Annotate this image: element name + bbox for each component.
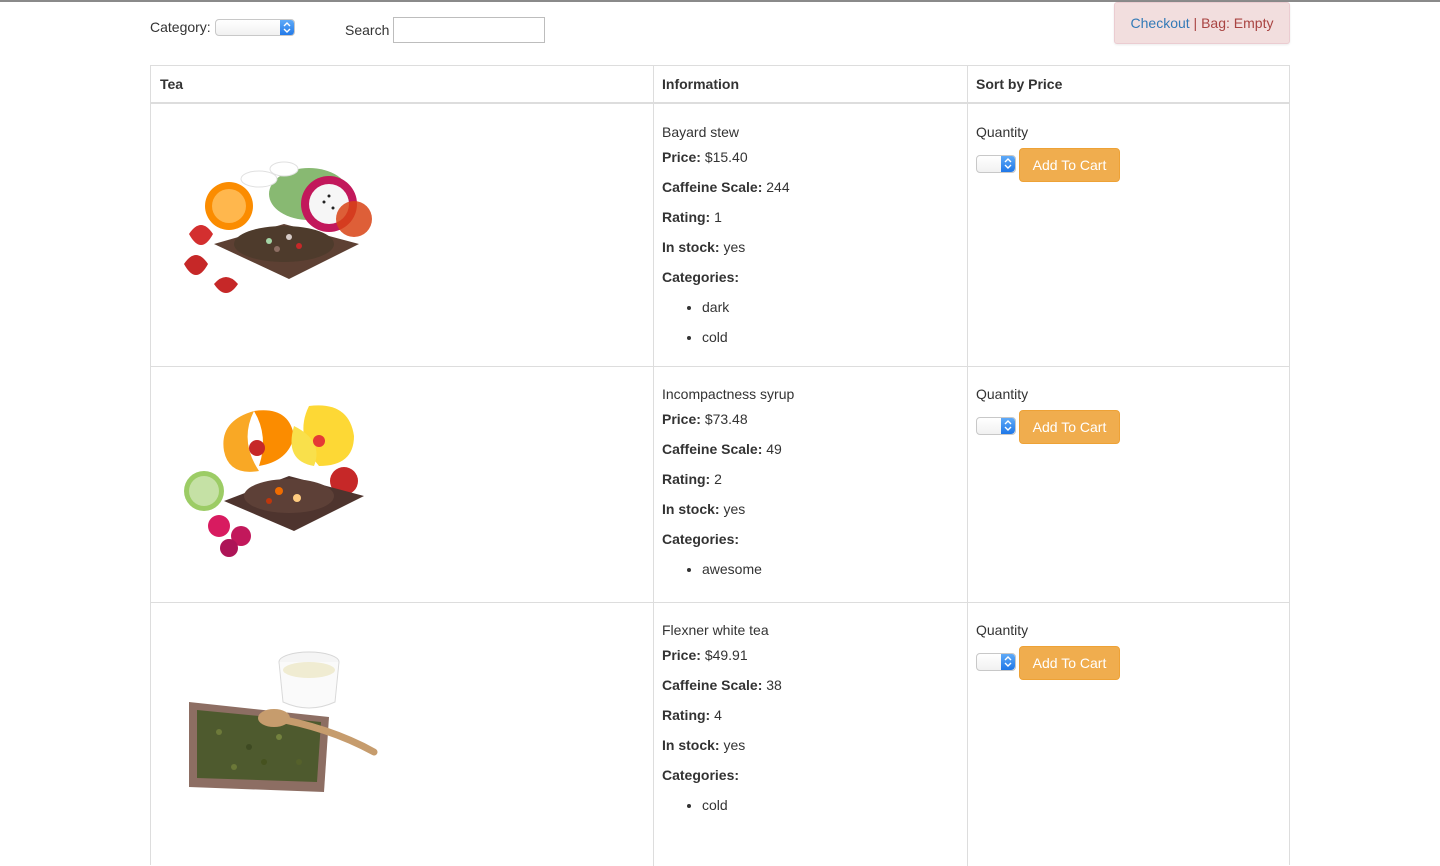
- price-field: Price: $15.40: [662, 149, 748, 165]
- rating-value: 4: [714, 707, 722, 723]
- quantity-select[interactable]: [976, 155, 1016, 173]
- stock-field: In stock: yes: [662, 737, 746, 753]
- category-item: cold: [702, 322, 962, 352]
- rating-field: Rating: 4: [662, 707, 722, 723]
- rating-field: Rating: 1: [662, 209, 722, 225]
- category-item: awesome: [702, 554, 962, 584]
- stock-value: yes: [723, 737, 746, 753]
- caffeine-field: Caffeine Scale: 38: [662, 677, 782, 693]
- add-to-cart-button[interactable]: Add To Cart: [1019, 646, 1120, 680]
- select-arrows-icon: [1001, 418, 1015, 434]
- categories-list: cold: [662, 790, 962, 820]
- quantity-label: Quantity: [976, 386, 1029, 402]
- fruit-tea-icon: [184, 161, 372, 293]
- tea-information: Incompactness syrup Price: $73.48 Caffei…: [662, 384, 962, 584]
- select-arrows-icon: [1001, 156, 1015, 172]
- add-to-cart-cell: Quantity Add To Cart: [976, 384, 1120, 444]
- tea-name: Incompactness syrup: [662, 386, 795, 402]
- cart-separator: |: [1189, 15, 1202, 31]
- sort-by-price-header[interactable]: Sort by Price: [976, 76, 1062, 92]
- add-to-cart-cell: Quantity Add To Cart: [976, 620, 1120, 680]
- categories-list: awesome: [662, 554, 962, 584]
- checkout-link[interactable]: Checkout: [1131, 15, 1190, 31]
- category-item: dark: [702, 292, 962, 322]
- price-field: Price: $49.91: [662, 647, 748, 663]
- add-to-cart-button[interactable]: Add To Cart: [1019, 148, 1120, 182]
- categories-label: Categories:: [662, 767, 740, 783]
- caffeine-value: 49: [766, 441, 782, 457]
- green-tea-icon: [189, 651, 378, 792]
- tea-information: Flexner white tea Price: $49.91 Caffeine…: [662, 620, 962, 820]
- price-value: $73.48: [704, 411, 748, 427]
- rating-field: Rating: 2: [662, 471, 722, 487]
- cart-status-alert: Checkout | Bag: Empty: [1114, 2, 1290, 44]
- tea-information: Bayard stew Price: $15.40 Caffeine Scale…: [662, 122, 962, 352]
- table-row: Flexner white tea Price: $49.91 Caffeine…: [151, 602, 1289, 866]
- add-to-cart-button[interactable]: Add To Cart: [1019, 410, 1120, 444]
- caffeine-field: Caffeine Scale: 244: [662, 179, 790, 195]
- rating-value: 1: [714, 209, 722, 225]
- caffeine-value: 244: [766, 179, 790, 195]
- quantity-select[interactable]: [976, 417, 1016, 435]
- tea-name: Bayard stew: [662, 124, 740, 140]
- quantity-label: Quantity: [976, 622, 1029, 638]
- rating-value: 2: [714, 471, 722, 487]
- caffeine-value: 38: [766, 677, 782, 693]
- header-tea: Tea: [160, 76, 184, 92]
- bag-status: Bag: Empty: [1201, 15, 1274, 31]
- price-field: Price: $73.48: [662, 411, 748, 427]
- stock-value: yes: [723, 501, 746, 517]
- table-row: Bayard stew Price: $15.40 Caffeine Scale…: [151, 104, 1289, 366]
- price-value: $49.91: [704, 647, 748, 663]
- search-label: Search: [345, 22, 390, 38]
- stock-field: In stock: yes: [662, 239, 746, 255]
- price-value: $15.40: [704, 149, 748, 165]
- select-arrows-icon: [280, 20, 294, 35]
- categories-label: Categories:: [662, 269, 740, 285]
- table-row: Incompactness syrup Price: $73.48 Caffei…: [151, 366, 1289, 602]
- search-input[interactable]: [393, 17, 545, 43]
- caffeine-field: Caffeine Scale: 49: [662, 441, 782, 457]
- hibiscus-tea-icon: [184, 405, 364, 557]
- categories-list: dark cold: [662, 292, 962, 352]
- quantity-select[interactable]: [976, 653, 1016, 671]
- select-arrows-icon: [1001, 654, 1015, 670]
- header-information: Information: [662, 76, 739, 92]
- categories-label: Categories:: [662, 531, 740, 547]
- category-item: cold: [702, 790, 962, 820]
- category-select[interactable]: [215, 19, 295, 36]
- tea-table: Tea Information Sort by Price Bayard ste…: [150, 65, 1290, 866]
- category-label: Category:: [150, 19, 211, 35]
- tea-name: Flexner white tea: [662, 622, 769, 638]
- stock-value: yes: [723, 239, 746, 255]
- stock-field: In stock: yes: [662, 501, 746, 517]
- add-to-cart-cell: Quantity Add To Cart: [976, 122, 1120, 182]
- quantity-label: Quantity: [976, 124, 1029, 140]
